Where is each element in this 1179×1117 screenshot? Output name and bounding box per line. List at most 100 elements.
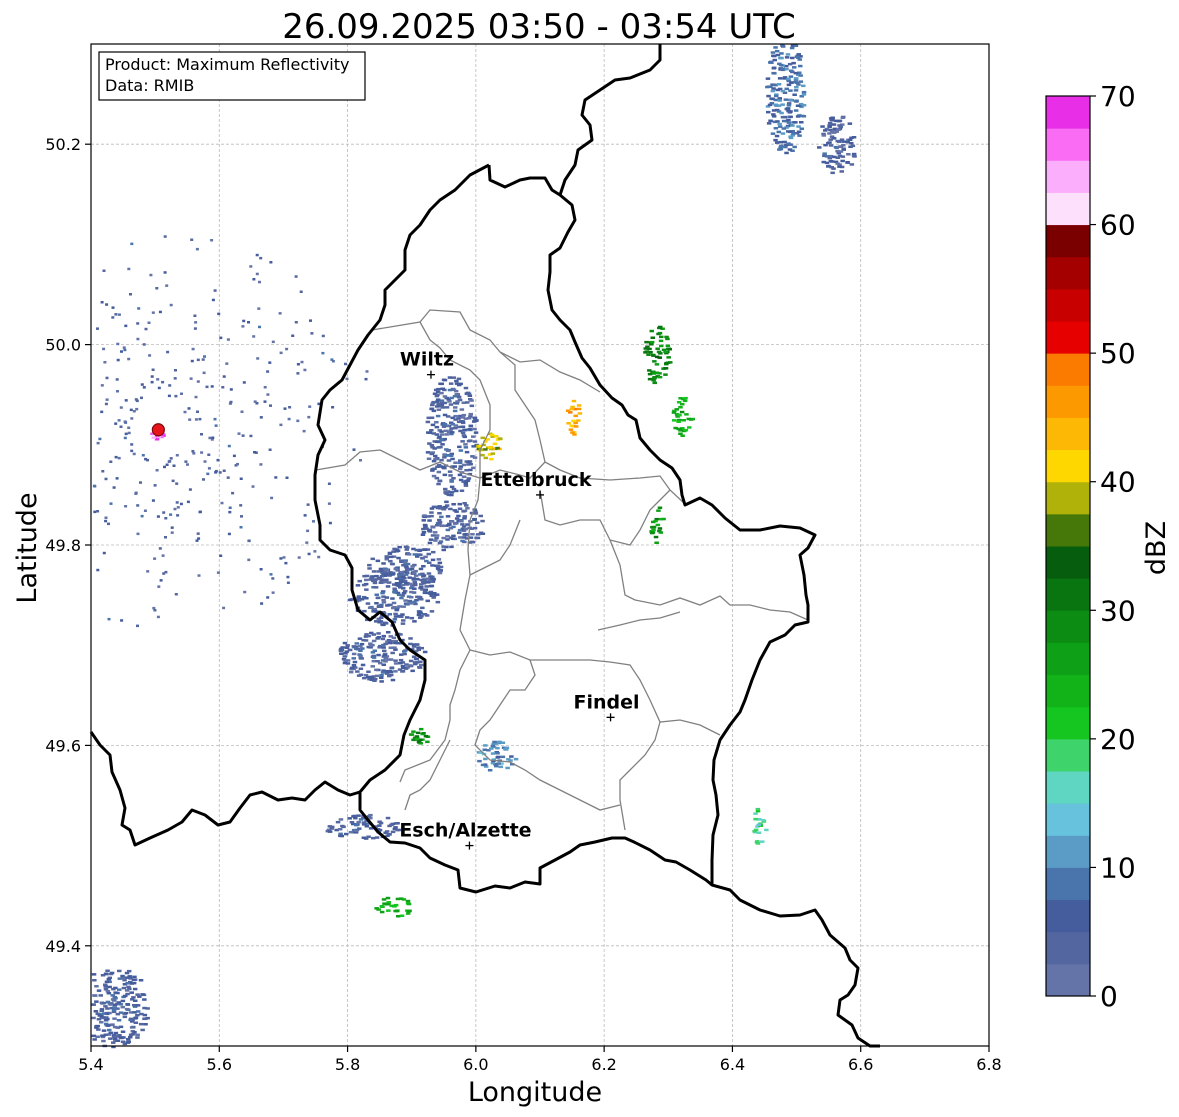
echo-pixel: [401, 575, 406, 579]
echo-pixel: [193, 314, 197, 317]
echo-pixel: [179, 502, 183, 506]
echo-pixel: [165, 463, 169, 466]
echo-pixel: [420, 533, 426, 536]
y-axis-label: Latitude: [12, 492, 43, 603]
echo-pixel: [107, 1028, 112, 1032]
echo-pixel: [406, 553, 412, 556]
y-tick-label: 49.6: [45, 736, 81, 755]
echo-pixel: [424, 614, 430, 617]
echo-pixel: [437, 512, 442, 515]
echo-pixel: [379, 616, 384, 620]
echo-pixel: [162, 511, 166, 514]
echo-pixel: [784, 56, 790, 59]
echo-pixel: [159, 579, 163, 582]
echo-pixel: [129, 991, 134, 994]
echo-pixel: [780, 44, 785, 47]
echo-pixel: [799, 121, 804, 124]
echo-pixel: [453, 426, 458, 430]
echo-pixel: [473, 431, 479, 434]
echo-pixel: [425, 420, 431, 424]
echo-pixel: [788, 135, 793, 138]
echo-pixel: [399, 559, 404, 562]
echo-pixel: [162, 572, 166, 575]
echo-pixel: [422, 514, 427, 517]
colorbar-segment: [1046, 963, 1090, 997]
echo-pixel: [496, 762, 501, 765]
echo-pixel: [358, 673, 364, 676]
echo-pixel: [419, 586, 424, 589]
echo-pixel: [461, 413, 467, 417]
echo-pixel: [772, 72, 777, 75]
echo-pixel: [577, 412, 583, 415]
echo-pixel: [401, 605, 406, 608]
echo-pixel: [287, 417, 291, 421]
echo-pixel: [837, 165, 842, 168]
colorbar-segment: [1046, 738, 1090, 772]
echo-pixel: [153, 557, 157, 560]
echo-pixel: [188, 418, 192, 421]
echo-pixel: [569, 407, 575, 411]
echo-pixel: [351, 657, 356, 660]
echo-pixel: [385, 604, 390, 607]
echo-pixel: [216, 458, 220, 462]
echo-pixel: [794, 99, 799, 102]
echo-pixel: [269, 573, 273, 576]
echo-pixel: [120, 619, 124, 622]
echo-pixel: [327, 825, 333, 828]
echo-pixel: [343, 659, 348, 662]
echo-pixel: [354, 823, 359, 827]
echo-pixel: [782, 140, 787, 144]
echo-pixel: [833, 145, 839, 149]
echo-pixel: [353, 816, 358, 820]
echo-pixel: [466, 392, 472, 396]
echo-pixel: [451, 525, 456, 529]
echo-pixel: [128, 1033, 134, 1036]
echo-pixel: [796, 130, 802, 133]
echo-pixel: [171, 479, 175, 483]
echo-pixel: [431, 459, 437, 463]
echo-pixel: [850, 144, 856, 148]
echo-pixel: [214, 471, 218, 474]
echo-pixel: [655, 347, 660, 350]
echo-pixel: [137, 307, 141, 310]
echo-pixel: [780, 132, 786, 135]
echo-pixel: [135, 993, 140, 996]
echo-pixel: [113, 991, 118, 994]
echo-pixel: [505, 766, 510, 770]
echo-pixel: [790, 124, 795, 127]
echo-pixel: [797, 58, 802, 61]
echo-pixel: [168, 384, 172, 387]
echo-pixel: [310, 332, 314, 335]
echo-pixel: [465, 401, 470, 404]
echo-pixel: [472, 456, 478, 459]
echo-pixel: [104, 516, 108, 519]
echo-pixel: [266, 596, 270, 599]
echo-pixel: [676, 427, 681, 431]
echo-pixel: [112, 1003, 118, 1007]
echo-pixel: [349, 666, 355, 670]
echo-pixel: [474, 536, 479, 540]
echo-pixel: [795, 104, 801, 107]
echo-pixel: [766, 122, 772, 125]
echo-pixel: [434, 534, 440, 537]
echo-pixel: [771, 87, 776, 90]
echo-pixel: [91, 1034, 97, 1038]
x-tick-label: 6.4: [720, 1055, 745, 1074]
colorbar-label: dBZ: [1141, 521, 1172, 575]
echo-pixel: [383, 642, 388, 646]
echo-pixel: [140, 993, 145, 996]
echo-pixel: [132, 987, 138, 991]
echo-pixel: [449, 427, 454, 430]
echo-pixel: [140, 514, 144, 518]
echo-pixel: [374, 907, 379, 910]
echo-pixel: [354, 642, 359, 645]
echo-pixel: [404, 582, 409, 585]
echo-pixel: [284, 561, 288, 565]
echo-pixel: [176, 514, 180, 517]
echo-pixel: [109, 971, 115, 975]
echo-pixel: [483, 448, 488, 451]
echo-pixel: [437, 561, 443, 565]
echo-pixel: [183, 410, 187, 414]
echo-pixel: [150, 380, 154, 384]
map-plot-area: Wiltz Ettelbruck Findel Esch/Alzette Produc…: [89, 43, 990, 1049]
